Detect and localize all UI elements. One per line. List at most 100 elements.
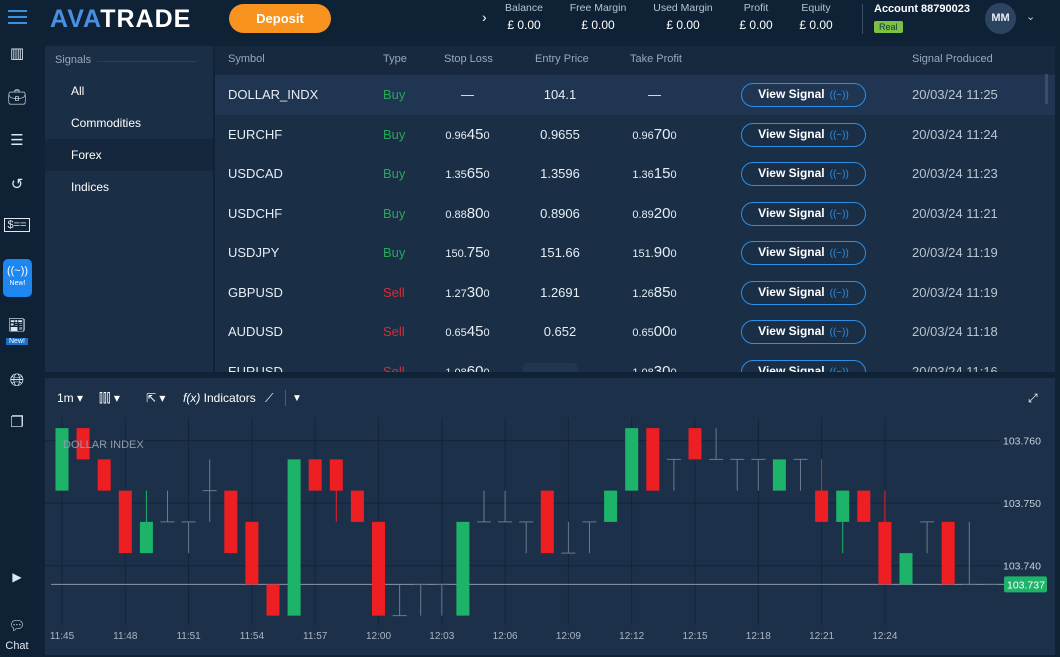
symbol-cell: DOLLAR_INDX	[228, 87, 319, 102]
list-icon[interactable]: ☰	[0, 131, 34, 149]
history-icon[interactable]: ↺	[0, 175, 34, 193]
x-tick-label: 12:00	[366, 631, 391, 642]
table-row[interactable]: USDCHF Buy 0.88800 0.8906 0.89200 View S…	[215, 194, 1055, 234]
divider	[97, 61, 197, 62]
news-icon[interactable]: 📰︎	[0, 316, 34, 334]
table-row[interactable]: EURUSD Sell 1.08600 1.08300 View Signal (…	[215, 352, 1055, 373]
view-signal-button[interactable]: View Signal ((~))	[741, 241, 866, 265]
chat-label[interactable]: Chat	[0, 640, 34, 652]
interval-value: 1m	[57, 391, 74, 405]
candle-bearish	[329, 459, 343, 491]
view-signal-button[interactable]: View Signal ((~))	[741, 280, 866, 305]
view-signal-label: View Signal	[758, 363, 825, 373]
candle-bearish	[540, 490, 554, 554]
signal-wave-icon: ((~))	[6, 265, 29, 277]
category-commodities[interactable]: Commodities	[45, 107, 213, 139]
payment-icon[interactable]: $==	[0, 218, 34, 232]
stop-loss-cell: 150.750	[445, 244, 490, 261]
draw-line-icon[interactable]: ⟋	[265, 391, 273, 406]
chevron-down-icon[interactable]: ⌄	[1026, 10, 1035, 23]
chevron-right-icon[interactable]: ›	[482, 9, 487, 25]
column-take-profit[interactable]: Take Profit	[630, 53, 682, 65]
hamburger-menu-icon[interactable]	[8, 10, 27, 24]
entry-price-cell: 1.2691	[540, 284, 580, 300]
x-tick-label: 12:24	[872, 631, 897, 642]
signals-nav-button[interactable]: ((~)) New!	[3, 259, 32, 297]
view-signal-button[interactable]: View Signal ((~))	[741, 320, 866, 344]
category-forex[interactable]: Forex	[45, 139, 213, 171]
candle-bearish	[97, 459, 111, 491]
table-row[interactable]: DOLLAR_INDX Buy — 104.1 — View Signal ((~…	[215, 75, 1055, 115]
type-cell: Buy	[383, 205, 406, 221]
type-cell: Buy	[383, 166, 406, 181]
resize-handle[interactable]	[523, 363, 577, 372]
column-signal-produced[interactable]: Signal Produced	[912, 53, 993, 65]
stat-label: Profit	[743, 2, 769, 14]
table-row[interactable]: EURCHF Buy 0.96450 0.9655 0.96700 View S…	[215, 115, 1055, 155]
candle-bearish	[245, 521, 259, 585]
account-type-badge: Real	[874, 21, 903, 33]
view-signal-button[interactable]: View Signal ((~))	[741, 359, 866, 373]
take-profit-cell: 0.65000	[632, 323, 677, 340]
video-icon[interactable]: ▶	[0, 570, 34, 584]
window-icon[interactable]: ❐	[0, 413, 34, 431]
take-profit-cell: 0.96700	[632, 125, 677, 143]
entry-price-cell: 104.1	[543, 87, 577, 102]
take-profit-cell: 1.36150	[632, 165, 677, 182]
view-signal-label: View Signal	[758, 166, 825, 180]
column-stop-loss[interactable]: Stop Loss	[444, 53, 493, 65]
candle-bullish	[836, 490, 850, 522]
avatrade-logo[interactable]: AVATRADE	[50, 5, 191, 34]
column-entry-price[interactable]: Entry Price	[535, 53, 589, 65]
free-margin-stat: Free Margin £ 0.00	[566, 2, 630, 32]
indicators-button[interactable]: f(x) Indicators	[183, 391, 256, 405]
stop-loss-cell: 1.08600	[445, 362, 489, 373]
account-number[interactable]: Account 88790023	[874, 3, 970, 15]
briefcase-icon[interactable]: 💼︎	[0, 88, 34, 106]
avatar[interactable]: MM	[985, 3, 1016, 34]
category-all[interactable]: All	[45, 75, 213, 107]
profit-stat: Profit £ 0.00	[736, 2, 776, 32]
candle-bullish	[287, 459, 301, 616]
table-row[interactable]: USDJPY Buy 150.750 151.66 151.900 View S…	[215, 233, 1055, 273]
fullscreen-icon[interactable]: ⤢	[1028, 391, 1038, 406]
view-signal-button[interactable]: View Signal ((~))	[741, 83, 866, 107]
candle-bullish	[456, 521, 470, 616]
globe-icon[interactable]: 🌐︎	[0, 370, 34, 391]
new-badge: New!	[6, 338, 28, 345]
function-icon: f(x)	[183, 391, 201, 405]
symbol-cell: EURUSD	[228, 363, 283, 373]
table-row[interactable]: USDCAD Buy 1.35650 1.3596 1.36150 View S…	[215, 154, 1055, 194]
category-indices[interactable]: Indices	[45, 171, 213, 203]
chart-type-select[interactable]: ⫿⫿⫿ ▾	[99, 391, 120, 406]
chat-icon[interactable]: 💬︎	[0, 618, 34, 634]
table-row[interactable]: GBPUSD Sell 1.27300 1.2691 1.26850 View …	[215, 273, 1055, 313]
deposit-button[interactable]: Deposit	[229, 4, 331, 33]
column-symbol[interactable]: Symbol	[228, 53, 265, 65]
y-tick-label: 103.750	[1003, 498, 1041, 510]
x-tick-label: 12:18	[746, 631, 771, 642]
x-tick-label: 11:45	[50, 631, 75, 642]
view-signal-button[interactable]: View Signal ((~))	[741, 201, 866, 226]
stat-value: £ 0.00	[507, 18, 541, 32]
signals-table: Symbol Type Stop Loss Entry Price Take P…	[215, 46, 1055, 372]
stat-label: Balance	[505, 2, 543, 14]
balance-stat: Balance £ 0.00	[502, 2, 546, 32]
scrollbar[interactable]	[1045, 74, 1048, 104]
chart-icon[interactable]: ▥	[0, 44, 34, 62]
column-type[interactable]: Type	[383, 53, 407, 65]
stat-value: £ 0.00	[666, 18, 700, 32]
symbol-cell: GBPUSD	[228, 284, 283, 300]
candle-bearish	[815, 490, 829, 522]
x-tick-label: 12:21	[809, 631, 834, 642]
interval-select[interactable]: 1m ▾	[57, 391, 83, 405]
candlestick-chart[interactable]: 11:45 11:48 11:51 11:54 11:57 12:00 12:03 12:06…	[45, 418, 1055, 655]
view-signal-button[interactable]: View Signal ((~))	[741, 122, 866, 147]
stat-value: £ 0.00	[799, 18, 833, 32]
view-signal-button[interactable]: View Signal ((~))	[741, 162, 866, 186]
table-row[interactable]: AUDUSD Sell 0.65450 0.652 0.65000 View S…	[215, 312, 1055, 352]
signal-wave-icon: ((~))	[829, 248, 849, 259]
view-signal-label: View Signal	[758, 126, 825, 141]
drawing-tools-dropdown[interactable]: ▼	[292, 393, 302, 404]
cursor-select[interactable]: ⇱ ▾	[146, 391, 165, 405]
